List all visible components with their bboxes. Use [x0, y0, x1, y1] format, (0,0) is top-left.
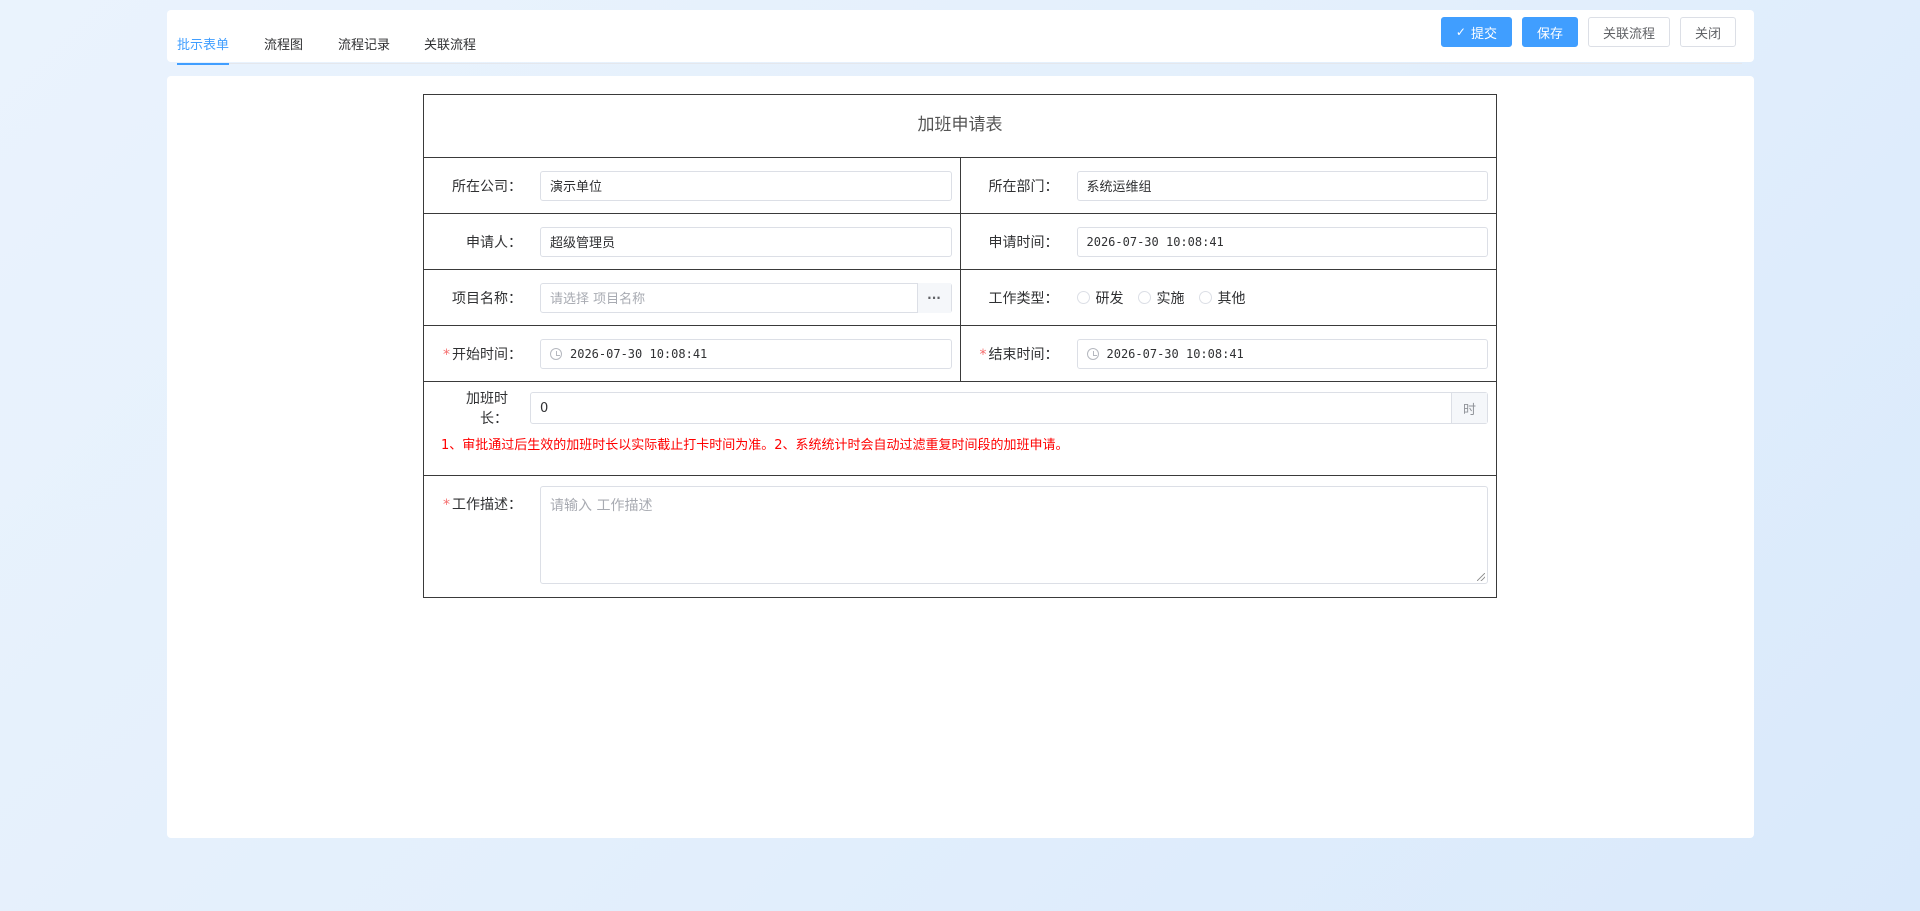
description-row: * 工作描述： 请输入 工作描述 — [424, 476, 1496, 598]
check-icon: ✓ — [1455, 25, 1466, 39]
work-type-radio-group: 研发 实施 其他 — [1076, 288, 1250, 308]
save-button[interactable]: 保存 — [1521, 17, 1578, 47]
form-row: 所在公司： 演示单位 所在部门： 系统运维组 — [424, 158, 1496, 214]
form-row: * 开始时间： 2026-07-30 10:08:41 * 结束时间： 2026-0… — [424, 326, 1496, 382]
tab-flowchart[interactable]: 流程图 — [264, 37, 303, 64]
required-mark: * — [979, 346, 987, 363]
start-time-input[interactable]: 2026-07-30 10:08:41 — [540, 338, 952, 369]
duration-row: 加班时长： 0 时 1、审批通过后生效的加班时长以实际截止打卡时间为准。2、系统… — [424, 382, 1496, 476]
apply-time-cell: 申请时间： 2026-07-30 10:08:41 — [959, 214, 1497, 269]
top-toolbar: 批示表单 流程图 流程记录 关联流程 ✓ 提交 保存 关联流程 关闭 — [167, 10, 1754, 65]
form-panel: 加班申请表 所在公司： 演示单位 所在部门： 系统运维组 申请人： 超级管理员 … — [167, 76, 1754, 838]
company-label: 所在公司： — [452, 178, 522, 195]
tab-related-flows[interactable]: 关联流程 — [424, 37, 476, 64]
overtime-form: 加班申请表 所在公司： 演示单位 所在部门： 系统运维组 申请人： 超级管理员 … — [423, 94, 1497, 598]
form-row: 项目名称： 请选择 项目名称 ··· 工作类型： 研发 实施 其他 — [424, 270, 1496, 326]
applicant-input[interactable]: 超级管理员 — [540, 226, 952, 257]
radio-icon — [1076, 291, 1090, 304]
end-time-input[interactable]: 2026-07-30 10:08:41 — [1076, 338, 1488, 369]
project-input[interactable]: 请选择 项目名称 ··· — [540, 282, 952, 313]
duration-input[interactable]: 0 时 — [530, 392, 1488, 424]
dept-label: 所在部门： — [988, 178, 1059, 195]
resize-handle-icon[interactable] — [1477, 573, 1485, 581]
work-type-label: 工作类型： — [988, 290, 1059, 307]
radio-implementation[interactable]: 实施 — [1137, 288, 1185, 308]
duration-label: 加班时长： — [466, 391, 508, 427]
description-placeholder: 请输入 工作描述 — [550, 498, 653, 514]
close-button[interactable]: 关闭 — [1679, 17, 1736, 47]
description-label: * 工作描述： — [443, 497, 522, 513]
apply-time-input[interactable]: 2026-07-30 10:08:41 — [1076, 226, 1488, 257]
duration-value: 0 — [540, 400, 549, 416]
radio-rnd[interactable]: 研发 — [1076, 288, 1124, 308]
tab-flow-records[interactable]: 流程记录 — [338, 37, 390, 64]
dept-input[interactable]: 系统运维组 — [1076, 170, 1488, 201]
end-time-label: * 结束时间： — [979, 346, 1059, 363]
description-textarea[interactable]: 请输入 工作描述 — [540, 486, 1488, 584]
radio-other[interactable]: 其他 — [1198, 288, 1246, 308]
tab-form[interactable]: 批示表单 — [177, 37, 230, 65]
link-flow-button[interactable]: 关联流程 — [1587, 17, 1670, 47]
clock-icon — [550, 347, 562, 360]
submit-button[interactable]: ✓ 提交 — [1440, 17, 1512, 47]
project-cell: 项目名称： 请选择 项目名称 ··· — [424, 270, 960, 325]
project-placeholder: 请选择 项目名称 — [550, 292, 646, 307]
start-time-cell: * 开始时间： 2026-07-30 10:08:41 — [424, 326, 960, 381]
more-icon[interactable]: ··· — [916, 282, 951, 313]
required-mark: * — [443, 346, 450, 363]
form-row: 申请人： 超级管理员 申请时间： 2026-07-30 10:08:41 — [424, 214, 1496, 270]
company-input[interactable]: 演示单位 — [540, 170, 952, 201]
form-title: 加班申请表 — [424, 95, 1496, 158]
apply-time-label: 申请时间： — [988, 234, 1059, 251]
action-buttons: ✓ 提交 保存 关联流程 关闭 — [1440, 17, 1736, 47]
radio-icon — [1137, 291, 1151, 304]
work-type-cell: 工作类型： 研发 实施 其他 — [959, 270, 1497, 325]
applicant-label: 申请人： — [466, 234, 522, 251]
duration-note: 1、审批通过后生效的加班时长以实际截止打卡时间为准。2、系统统计时会自动过滤重复… — [441, 438, 1069, 453]
applicant-cell: 申请人： 超级管理员 — [424, 214, 960, 269]
end-time-cell: * 结束时间： 2026-07-30 10:08:41 — [959, 326, 1497, 381]
dept-cell: 所在部门： 系统运维组 — [959, 158, 1497, 213]
company-cell: 所在公司： 演示单位 — [424, 158, 960, 213]
clock-icon — [1086, 347, 1099, 360]
radio-icon — [1198, 291, 1212, 304]
duration-unit: 时 — [1451, 393, 1487, 423]
required-mark: * — [443, 497, 450, 513]
duration-line: 加班时长： 0 时 — [424, 391, 1496, 427]
start-time-label: * 开始时间： — [443, 346, 522, 363]
project-label: 项目名称： — [452, 290, 522, 307]
